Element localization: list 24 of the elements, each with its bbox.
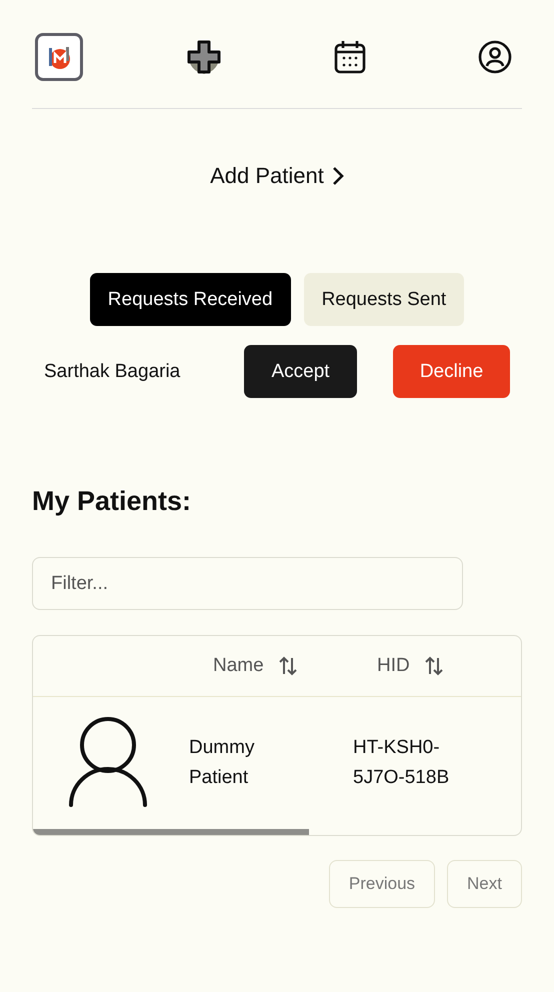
column-header[interactable]: Name — [213, 655, 298, 677]
calendar-icon — [334, 40, 366, 74]
profile-icon — [478, 40, 512, 74]
sort-icon — [278, 656, 298, 676]
scrollbar-thumb[interactable] — [33, 829, 309, 835]
medical-cross-icon — [185, 38, 224, 76]
tab[interactable]: Requests Received — [90, 273, 291, 326]
sort-icon — [424, 656, 444, 676]
accept-button[interactable]: Accept — [244, 345, 357, 398]
table-cell-text: HT-KSH0-5J7O-518B — [353, 736, 450, 790]
avatar-icon — [68, 717, 148, 809]
filter-field[interactable]: Filter... — [32, 557, 463, 610]
next-button[interactable]: Next — [447, 860, 522, 908]
requester-name: Sarthak Bagaria — [44, 360, 182, 382]
logo-icon — [35, 33, 83, 81]
decline-button[interactable]: Decline — [393, 345, 510, 398]
nav-button[interactable] — [32, 30, 86, 84]
previous-button[interactable]: Previous — [328, 860, 436, 908]
column-header[interactable]: HID — [377, 655, 444, 677]
table-cell-text: Dummy Patient — [189, 736, 256, 790]
add-patient-link[interactable]: Add Patient — [210, 163, 344, 189]
section-title: My Patients: — [32, 486, 192, 517]
chevron-right-icon — [332, 166, 344, 186]
tab[interactable]: Requests Sent — [304, 273, 464, 326]
